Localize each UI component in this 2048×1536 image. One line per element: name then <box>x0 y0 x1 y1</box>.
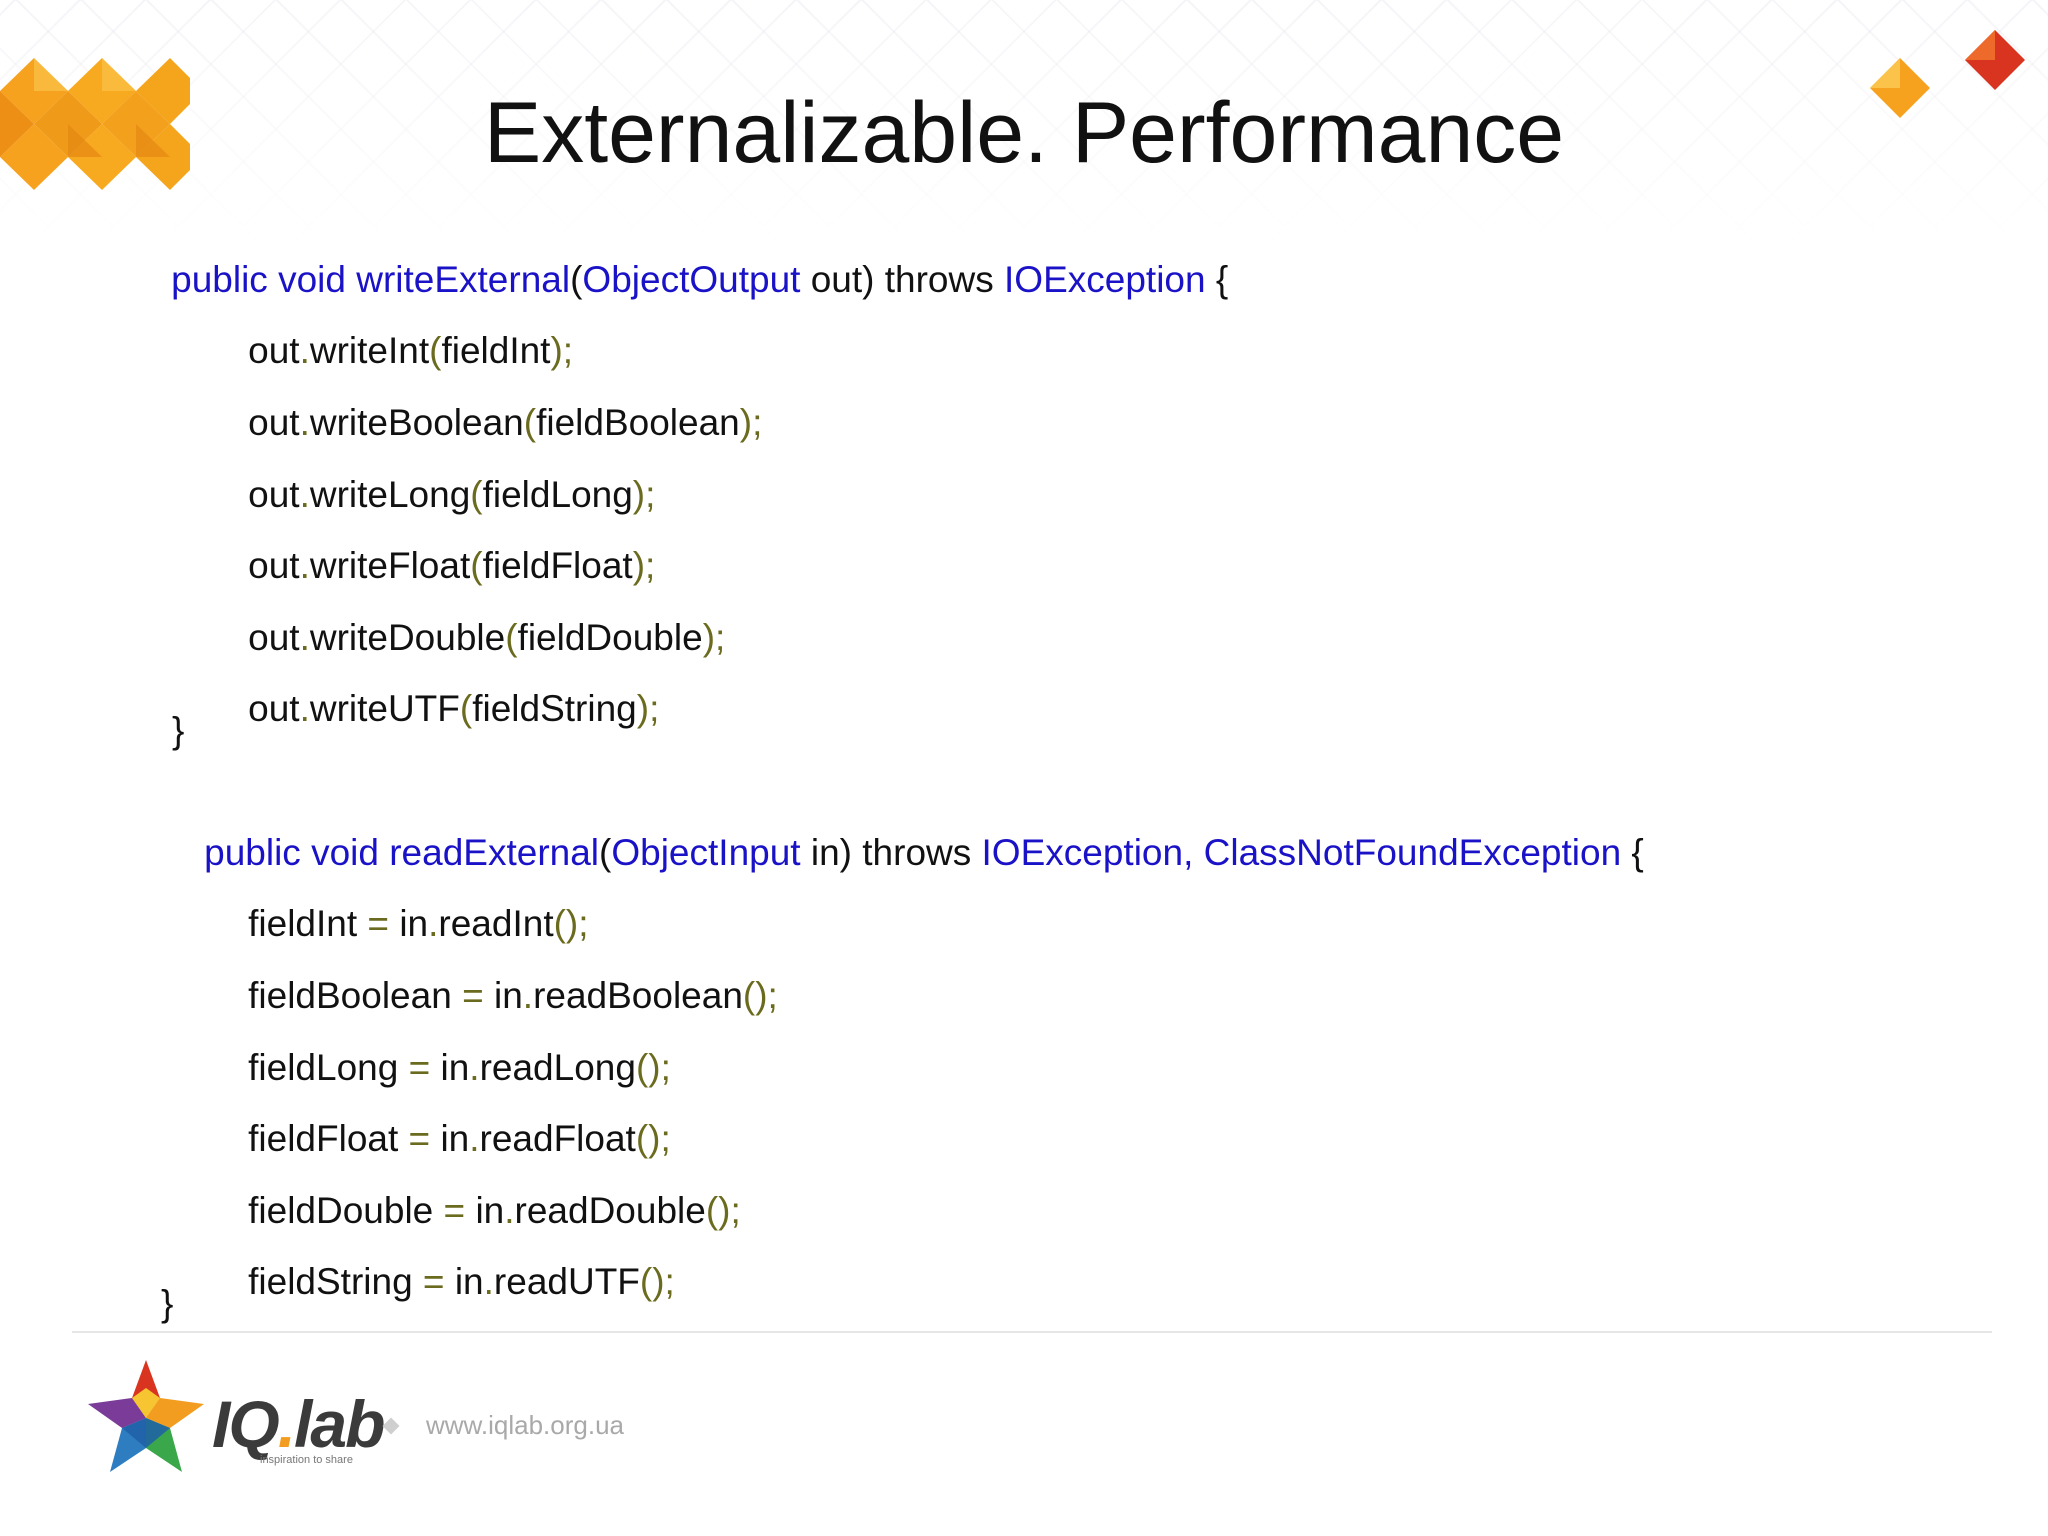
code-line: out.writeLong(fieldLong); <box>207 420 655 515</box>
code-dot: . <box>299 688 310 729</box>
iqlab-star-logo-icon <box>88 1360 204 1472</box>
code-line: fieldBoolean = in.readBoolean(); <box>207 921 778 1016</box>
code-line: fieldLong = in.readLong(); <box>207 993 671 1088</box>
code-line: fieldString = in.readUTF(); <box>207 1207 675 1302</box>
code-line: out.writeUTF(fieldString); <box>207 634 659 729</box>
brand-tagline: inspiration to share <box>260 1454 353 1466</box>
read-closing-brace: } <box>161 1283 174 1324</box>
code-line: fieldInt = in.readInt(); <box>207 849 588 944</box>
footer-separator-diamond <box>382 1417 400 1435</box>
read-signature-brace: { <box>1621 832 1644 873</box>
code-close: (); <box>705 1190 741 1231</box>
read-signature-paren: ( <box>599 832 612 873</box>
code-close: ); <box>702 617 726 658</box>
brand-dot: . <box>277 1387 296 1461</box>
code-close: ); <box>739 402 763 443</box>
read-signature-type: ObjectInput <box>611 832 801 873</box>
code-paren: ( <box>459 688 473 729</box>
code-line: fieldDouble = in.readDouble(); <box>207 1136 741 1231</box>
code-dot: . <box>483 1261 494 1302</box>
brand-main: IQ <box>212 1387 280 1461</box>
code-field: fieldString <box>248 1261 413 1302</box>
code-close: (); <box>639 1261 675 1302</box>
footer-divider <box>72 1331 1992 1333</box>
brand-wordmark: IQ.lab <box>212 1386 385 1462</box>
write-signature-type: ObjectOutput <box>582 259 801 300</box>
write-signature-exception: IOException <box>1004 259 1206 300</box>
write-signature-rest: out) throws <box>800 259 1005 300</box>
code-line: out.writeInt(fieldInt); <box>207 276 573 371</box>
write-external-signature: public void writeExternal(ObjectOutput o… <box>130 205 1228 300</box>
code-method: readUTF <box>493 1261 640 1302</box>
read-external-signature: public void readExternal(ObjectInput in)… <box>163 778 1644 873</box>
code-equals: = <box>412 1261 455 1302</box>
code-line: out.writeFloat(fieldFloat); <box>207 491 655 586</box>
code-line: out.writeBoolean(fieldBoolean); <box>207 348 762 443</box>
code-method: writeUTF <box>309 688 460 729</box>
write-closing-brace: } <box>172 710 185 751</box>
code-line: fieldFloat = in.readFloat(); <box>207 1064 671 1159</box>
website-url[interactable]: www.iqlab.org.ua <box>426 1410 624 1441</box>
code-line: out.writeDouble(fieldDouble); <box>207 563 725 658</box>
write-signature-brace: { <box>1205 259 1229 300</box>
code-arg: fieldString <box>472 688 637 729</box>
read-signature-rest: in) throws <box>800 832 982 873</box>
read-signature-exception-2: ClassNotFoundException <box>1203 832 1622 873</box>
code-block: public void writeExternal(ObjectOutput o… <box>0 0 2048 1340</box>
code-close: ); <box>636 688 660 729</box>
read-signature-exception-1: IOException, <box>981 832 1194 873</box>
code-object: out <box>248 688 300 729</box>
brand-suffix: lab <box>294 1387 385 1461</box>
code-object: in <box>454 1261 484 1302</box>
code-close: (); <box>742 975 778 1016</box>
